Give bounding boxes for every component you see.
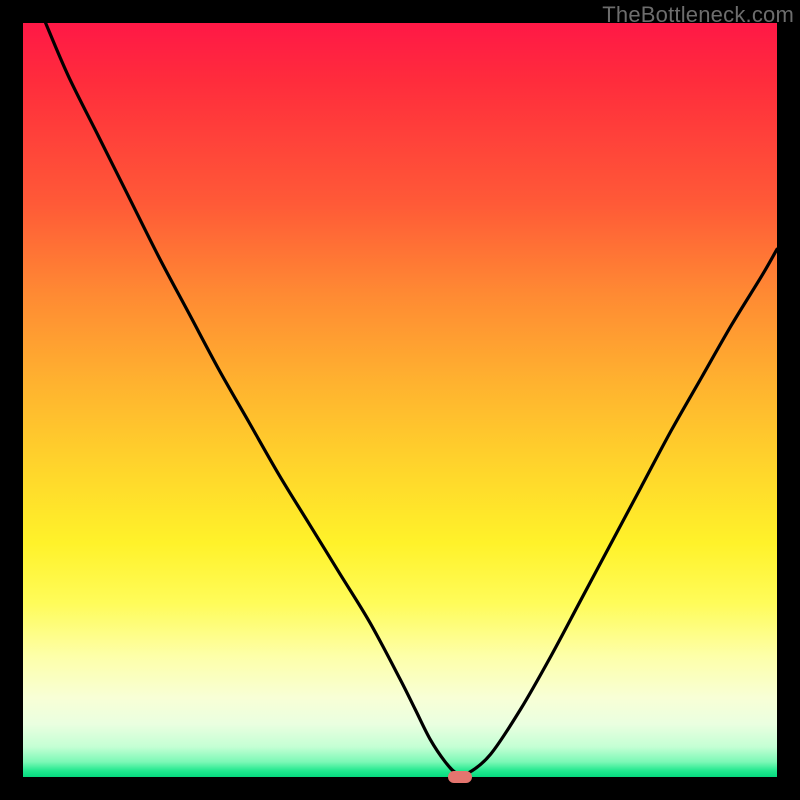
- plot-area: [23, 23, 777, 777]
- chart-frame: TheBottleneck.com: [0, 0, 800, 800]
- watermark-text: TheBottleneck.com: [602, 2, 794, 28]
- bottleneck-curve: [23, 23, 777, 777]
- optimum-marker: [448, 771, 472, 783]
